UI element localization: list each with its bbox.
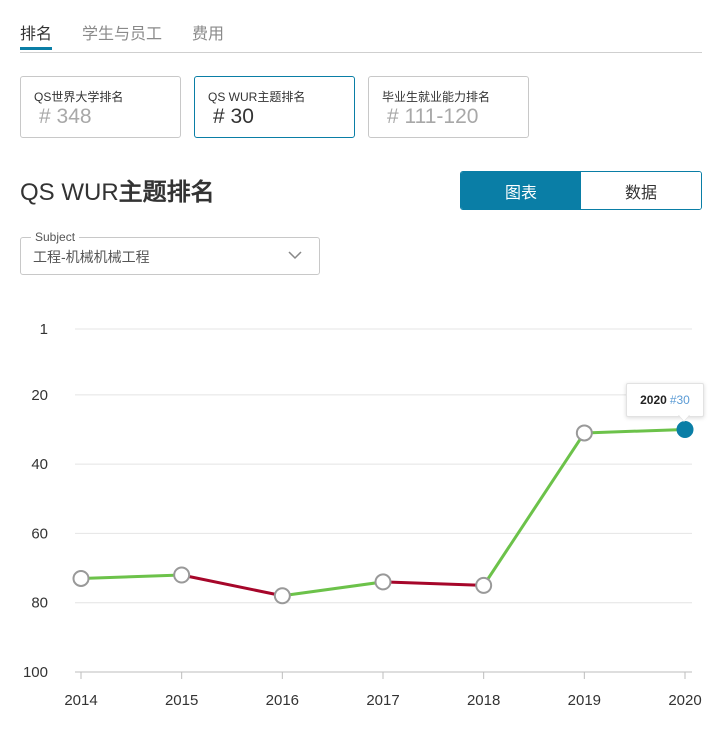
series-line-segment [381,580,486,587]
series-line-segment [582,427,687,435]
chart-grid [75,328,692,679]
chart-lines [79,427,687,598]
subject-select[interactable]: Subject 工程-机械机械工程 [20,230,320,275]
card-qs-world-ranking[interactable]: QS世界大学排名 # 348 [20,76,181,138]
card-qs-subject-ranking[interactable]: QS WUR主题排名 # 30 [194,76,355,138]
section-title-prefix: QS WUR [20,179,119,206]
series-line-segment [280,580,385,598]
series-line-segment [79,573,184,580]
section-title-bold: 主题排名 [118,179,215,206]
tab-fees[interactable]: 费用 [192,20,224,44]
x-tick-label: 2014 [64,692,97,709]
chevron-down-icon [287,248,303,266]
top-tabs: 排名 学生与员工 费用 [20,0,702,53]
series-line-segment [482,431,586,587]
data-view-button[interactable]: 数据 [581,172,701,209]
ranking-line-chart: 1 20 40 60 80 100 2014 2015 2016 2017 2018 2019 2020 [23,321,702,709]
active-tab-indicator [20,47,52,50]
tooltip-arrow [678,414,690,421]
card-label: QS世界大学排名 [34,90,124,104]
card-label: QS WUR主题排名 [208,90,306,104]
y-tick-label: 1 [40,321,48,338]
x-tick-label: 2019 [568,692,601,709]
y-tick-label: 40 [31,456,48,473]
x-tick-label: 2020 [668,692,701,709]
x-tick-label: 2016 [266,692,299,709]
subject-value: 工程-机械机械工程 [33,249,150,265]
data-point [374,573,392,591]
tab-ranking[interactable]: 排名 [20,20,52,44]
chart-tooltip: 2020 #30 [626,383,704,417]
data-point [72,569,90,587]
tooltip-year: 2020 [640,393,667,407]
card-label: 毕业生就业能力排名 [382,90,491,104]
x-tick-label: 2018 [467,692,500,709]
tab-students-staff[interactable]: 学生与员工 [82,20,162,44]
y-tick-label: 80 [31,595,48,612]
section-title: QS WUR主题排名 [20,172,215,207]
x-tick-label: 2017 [366,692,399,709]
card-value: # 111-120 [387,105,479,128]
card-value: # 348 [39,105,92,128]
data-point [475,576,493,594]
data-point-highlighted [676,420,694,438]
x-tick-label: 2015 [165,692,198,709]
series-line-segment [180,573,284,598]
chart-view-button[interactable]: 图表 [461,172,581,209]
y-tick-label: 100 [23,664,48,681]
y-tick-label: 20 [31,387,48,404]
chart-tick-labels: 1 20 40 60 80 100 2014 2015 2016 2017 2018 2019 2020 [23,321,702,709]
tooltip-rank: #30 [669,393,690,407]
y-tick-label: 60 [31,525,48,542]
card-employability-ranking[interactable]: 毕业生就业能力排名 # 111-120 [368,76,529,138]
data-point [173,566,191,584]
data-point [575,424,593,442]
subject-legend: Subject [31,230,80,244]
data-point [273,587,291,605]
card-value: # 30 [213,105,254,128]
view-toggle: 图表 数据 [460,171,702,210]
